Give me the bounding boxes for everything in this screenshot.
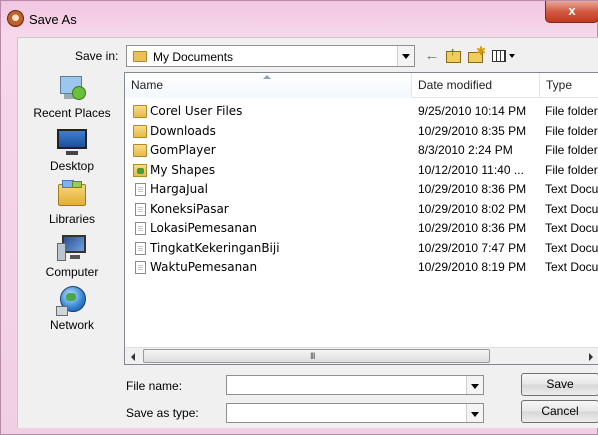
place-network[interactable]: Network bbox=[22, 284, 122, 336]
column-header-date-modified[interactable]: Date modified bbox=[412, 73, 540, 98]
scrollbar-thumb[interactable]: III bbox=[143, 349, 490, 363]
chevron-down-icon[interactable] bbox=[466, 376, 483, 394]
places-bar: Recent Places Desktop Libraries Computer… bbox=[22, 72, 122, 342]
save-as-type-dropdown[interactable] bbox=[226, 403, 484, 423]
file-row[interactable]: LokasiPemesanan 10/29/2010 8:36 PM Text Do… bbox=[125, 219, 598, 239]
close-button[interactable]: x bbox=[545, 1, 598, 23]
date-modified-cell: 10/12/2010 11:40 ... bbox=[418, 162, 524, 177]
file-name-cell: TingkatKekeringanBiji bbox=[150, 240, 280, 255]
window-title: Save As bbox=[29, 12, 77, 27]
up-one-level-icon[interactable]: ↑ bbox=[444, 47, 464, 65]
file-row[interactable]: TingkatKekeringanBiji 10/29/2010 7:47 PM T… bbox=[125, 239, 598, 259]
folder-icon bbox=[133, 144, 147, 157]
file-name-cell: GomPlayer bbox=[150, 143, 216, 157]
place-desktop[interactable]: Desktop bbox=[22, 125, 122, 177]
scroll-right-icon[interactable] bbox=[582, 348, 598, 365]
date-modified-cell: 10/29/2010 8:02 PM bbox=[418, 201, 527, 216]
horizontal-scrollbar[interactable]: III bbox=[125, 347, 598, 364]
place-label: Libraries bbox=[48, 212, 96, 226]
save-in-dropdown[interactable]: My Documents bbox=[126, 45, 415, 67]
new-folder-icon[interactable]: ✱ bbox=[466, 44, 486, 65]
file-name-cell: HargaJual bbox=[150, 182, 208, 196]
save-in-label: Save in: bbox=[75, 49, 119, 63]
network-icon bbox=[56, 286, 88, 316]
type-cell: File folder bbox=[545, 143, 598, 157]
place-recent-places[interactable]: Recent Places bbox=[22, 72, 122, 124]
file-name-input[interactable] bbox=[226, 375, 484, 395]
text-document-icon bbox=[135, 183, 146, 196]
folder-icon bbox=[133, 51, 147, 62]
file-row[interactable]: My Shapes 10/12/2010 11:40 ... File folder bbox=[125, 161, 598, 181]
type-cell: File folder bbox=[545, 104, 598, 118]
file-row[interactable]: GomPlayer 8/3/2010 2:24 PM File folder bbox=[125, 141, 598, 161]
save-as-dialog: Save As x Save in: My Documents ← ↑ ✱ Re… bbox=[0, 0, 598, 435]
file-name-cell: LokasiPemesanan bbox=[150, 221, 257, 235]
chevron-down-icon[interactable] bbox=[466, 404, 483, 422]
type-cell: Text Docu bbox=[545, 221, 598, 235]
save-as-type-label: Save as type: bbox=[126, 406, 199, 420]
date-modified-cell: 8/3/2010 2:24 PM bbox=[418, 143, 513, 157]
navigation-toolbar: ← ↑ ✱ bbox=[422, 44, 532, 65]
back-arrow-icon[interactable]: ← bbox=[422, 47, 442, 65]
file-list[interactable]: Name Date modified Type Corel User Files… bbox=[124, 72, 598, 365]
type-cell: Text Docu bbox=[545, 260, 598, 274]
place-label: Network bbox=[49, 318, 94, 332]
computer-icon bbox=[56, 233, 88, 263]
file-row[interactable]: WaktuPemesanan 10/29/2010 8:19 PM Text Doc… bbox=[125, 258, 598, 278]
text-document-icon bbox=[135, 241, 146, 255]
folder-icon bbox=[133, 105, 147, 118]
text-document-icon bbox=[135, 222, 146, 235]
save-in-value: My Documents bbox=[153, 50, 234, 64]
file-name-cell: WaktuPemesanan bbox=[150, 260, 258, 274]
file-name-label: File name: bbox=[126, 379, 183, 393]
views-menu-icon[interactable] bbox=[490, 47, 520, 65]
date-modified-cell: 10/29/2010 8:36 PM bbox=[418, 221, 527, 235]
column-header-row: Name Date modified Type bbox=[125, 73, 598, 98]
file-name-cell: Corel User Files bbox=[150, 104, 243, 118]
file-row[interactable]: KoneksiPasar 10/29/2010 8:02 PM Text Docu bbox=[125, 200, 598, 220]
date-modified-cell: 10/29/2010 7:47 PM bbox=[418, 240, 527, 255]
scroll-left-icon[interactable] bbox=[125, 348, 142, 365]
sort-ascending-icon bbox=[263, 75, 271, 80]
folder-icon bbox=[133, 124, 147, 138]
file-name-cell: My Shapes bbox=[150, 162, 216, 177]
scrollbar-grip: III bbox=[310, 351, 315, 361]
place-computer[interactable]: Computer bbox=[22, 231, 122, 283]
type-cell: Text Docu bbox=[545, 182, 598, 196]
file-name-cell: Downloads bbox=[150, 123, 216, 138]
file-row[interactable]: Corel User Files 9/25/2010 10:14 PM File f… bbox=[125, 102, 598, 122]
type-cell: Text Docu bbox=[545, 201, 598, 216]
date-modified-cell: 10/29/2010 8:36 PM bbox=[418, 182, 527, 196]
text-document-icon bbox=[135, 261, 146, 274]
dialog-body: Save in: My Documents ← ↑ ✱ Recent Place… bbox=[17, 37, 598, 428]
column-header-type[interactable]: Type bbox=[540, 73, 598, 98]
recent-places-icon bbox=[56, 74, 88, 104]
place-libraries[interactable]: Libraries bbox=[22, 178, 122, 230]
text-document-icon bbox=[135, 202, 146, 216]
libraries-icon bbox=[56, 180, 88, 210]
place-label: Computer bbox=[45, 265, 99, 279]
place-label: Desktop bbox=[49, 159, 95, 173]
file-name-cell: KoneksiPasar bbox=[150, 201, 229, 216]
chevron-down-icon[interactable] bbox=[397, 46, 414, 66]
cancel-button[interactable]: Cancel bbox=[521, 400, 598, 423]
app-icon bbox=[7, 10, 24, 27]
date-modified-cell: 9/25/2010 10:14 PM bbox=[418, 104, 527, 118]
file-rows: Corel User Files 9/25/2010 10:14 PM File f… bbox=[125, 102, 598, 278]
type-cell: File folder bbox=[545, 123, 598, 138]
column-header-name[interactable]: Name bbox=[125, 73, 412, 98]
file-row[interactable]: HargaJual 10/29/2010 8:36 PM Text Docu bbox=[125, 180, 598, 200]
desktop-icon bbox=[56, 127, 88, 157]
date-modified-cell: 10/29/2010 8:19 PM bbox=[418, 260, 527, 274]
date-modified-cell: 10/29/2010 8:35 PM bbox=[418, 123, 527, 138]
place-label: Recent Places bbox=[33, 106, 111, 120]
save-button[interactable]: Save bbox=[521, 373, 598, 396]
title-bar[interactable]: Save As x bbox=[1, 1, 598, 37]
type-cell: File folder bbox=[545, 162, 598, 177]
file-row[interactable]: Downloads 10/29/2010 8:35 PM File folder bbox=[125, 122, 598, 142]
shapes-folder-icon bbox=[133, 163, 147, 177]
type-cell: Text Docu bbox=[545, 240, 598, 255]
